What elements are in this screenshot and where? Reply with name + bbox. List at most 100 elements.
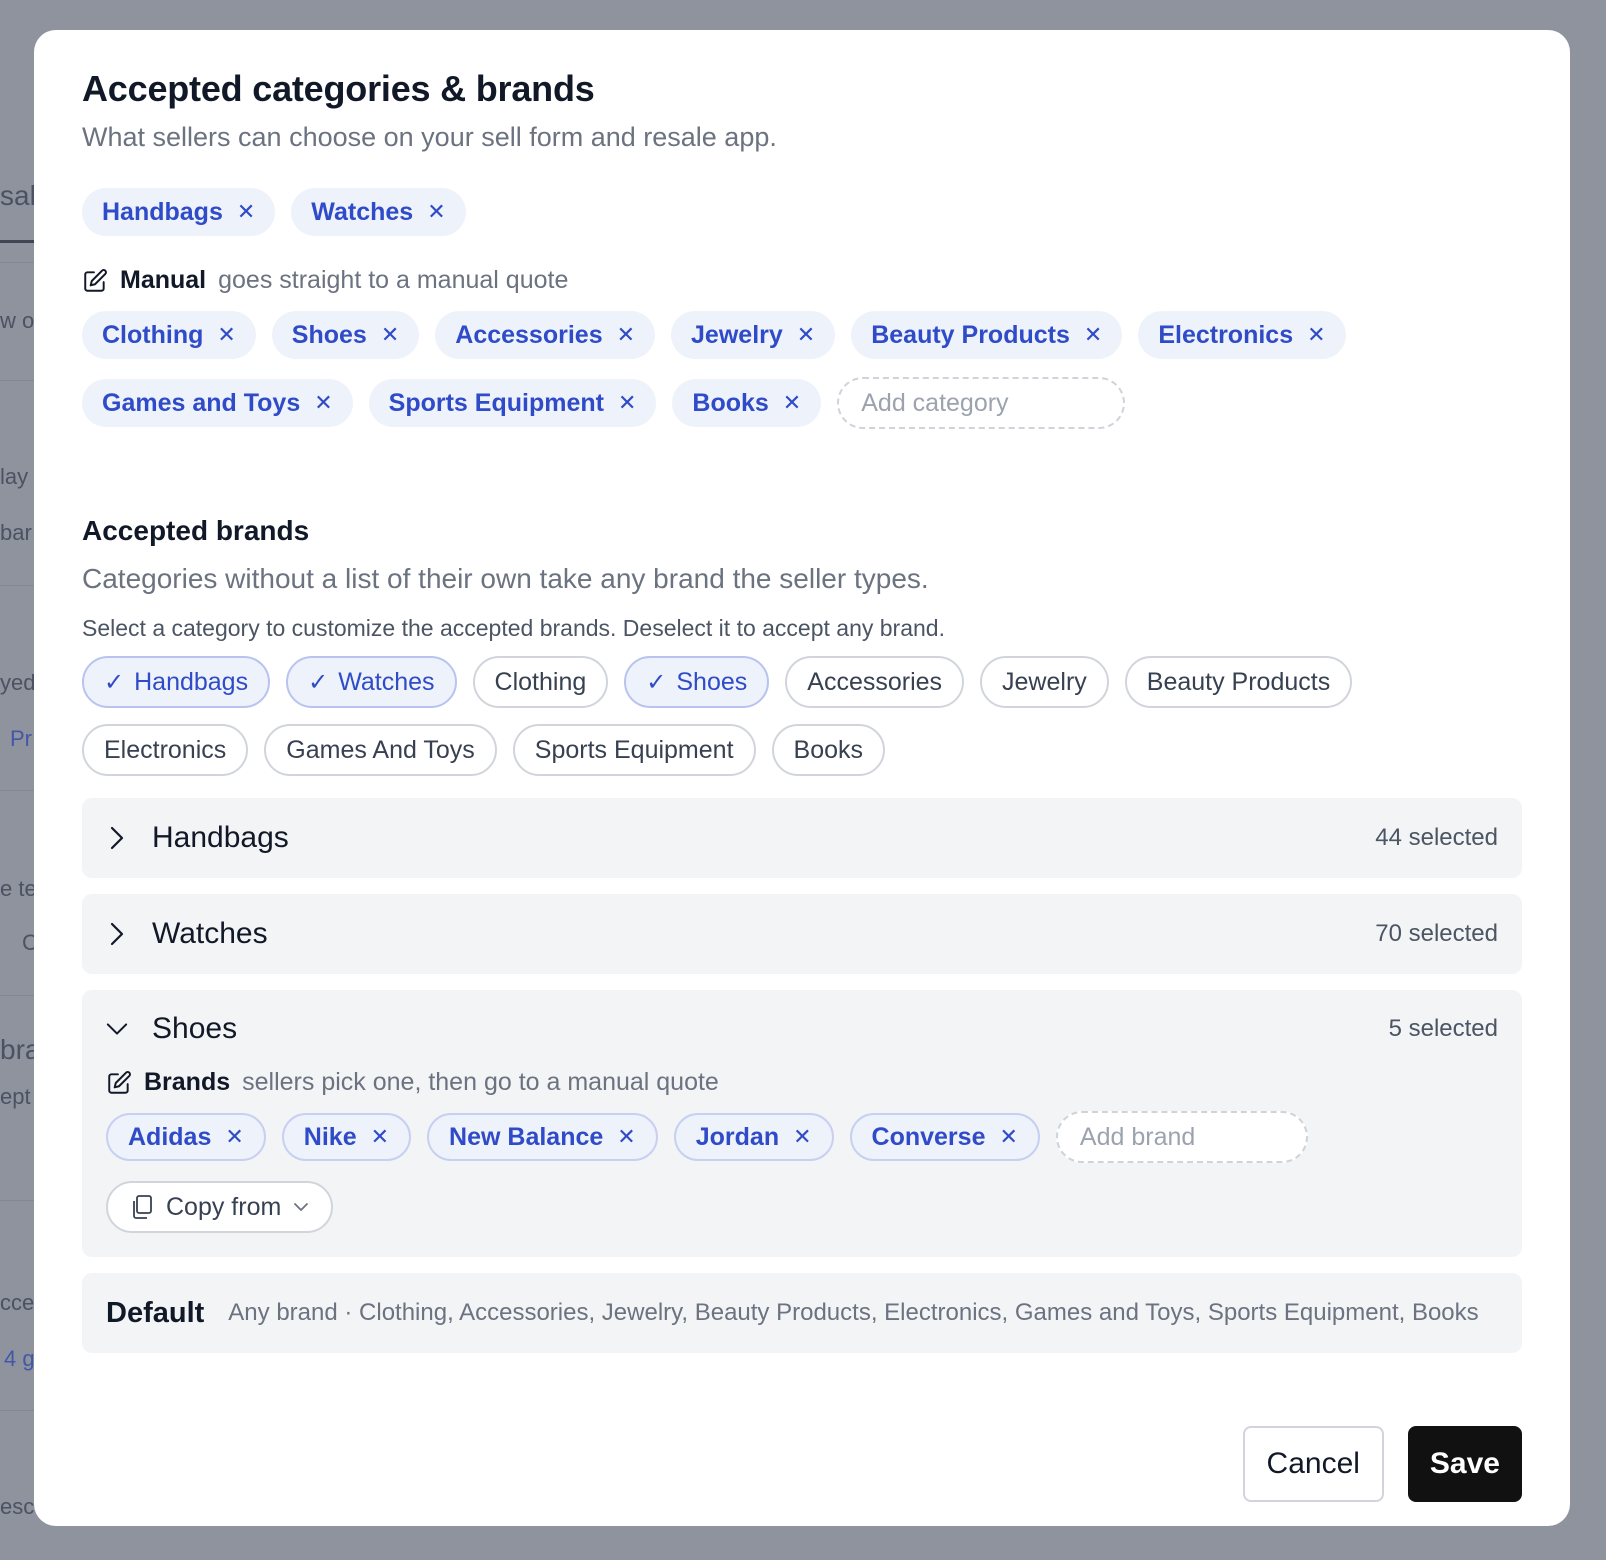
- cancel-button[interactable]: Cancel: [1242, 1426, 1384, 1502]
- toggle-clothing[interactable]: Clothing: [472, 656, 609, 708]
- bg-divider: [0, 995, 34, 996]
- chip-label: Beauty Products: [871, 320, 1070, 349]
- category-chip-shoes: Shoes ✕: [271, 311, 420, 359]
- categories-brands-dialog: Accepted categories & brands What seller…: [34, 30, 1570, 1526]
- bg-fragment: lay: [0, 464, 29, 489]
- remove-icon[interactable]: ✕: [314, 390, 332, 416]
- category-chip-watches: Watches ✕: [291, 188, 466, 236]
- bg-fragment: yed: [0, 670, 34, 695]
- copy-from-dropdown[interactable]: Copy from: [106, 1181, 334, 1233]
- check-icon: ✓: [104, 668, 125, 696]
- accordion-watches: Watches 70 selected: [82, 894, 1522, 974]
- chevron-down-icon: [294, 1203, 309, 1211]
- bg-fragment: ept: [0, 1084, 31, 1109]
- remove-icon[interactable]: ✕: [618, 390, 636, 416]
- chevron-down-icon: [106, 1022, 128, 1036]
- accordion-header[interactable]: Shoes 5 selected: [106, 990, 1498, 1068]
- remove-icon[interactable]: ✕: [793, 1124, 811, 1150]
- toggle-beauty-products[interactable]: Beauty Products: [1124, 656, 1353, 708]
- category-chip-books: Books ✕: [672, 379, 822, 427]
- remove-icon[interactable]: ✕: [797, 322, 815, 348]
- copy-icon: [133, 1195, 152, 1219]
- remove-icon[interactable]: ✕: [225, 1124, 243, 1150]
- chip-label: Games and Toys: [102, 388, 301, 417]
- toggle-label: Sports Equipment: [534, 735, 734, 764]
- chip-label: Converse: [871, 1122, 986, 1151]
- check-icon: ✓: [646, 668, 667, 696]
- brands-description: sellers pick one, then go to a manual qu…: [242, 1068, 719, 1096]
- category-chip-beauty-products: Beauty Products ✕: [851, 311, 1123, 359]
- toggle-label: Clothing: [494, 667, 587, 696]
- accepted-brands-subtitle: Categories without a list of their own t…: [82, 563, 929, 594]
- remove-icon[interactable]: ✕: [617, 322, 635, 348]
- selected-count: 70 selected: [1375, 920, 1498, 947]
- accordion-header[interactable]: Watches 70 selected: [106, 894, 1498, 974]
- bg-tab-underline: [0, 240, 34, 243]
- bg-divider: [0, 1200, 34, 1201]
- remove-icon[interactable]: ✕: [381, 322, 399, 348]
- remove-icon[interactable]: ✕: [371, 1124, 389, 1150]
- category-chip-electronics: Electronics ✕: [1138, 311, 1346, 359]
- remove-icon[interactable]: ✕: [427, 199, 445, 225]
- bg-fragment: e te: [0, 876, 34, 901]
- chip-label: Clothing: [102, 320, 204, 349]
- accordion-handbags: Handbags 44 selected: [82, 798, 1522, 878]
- chip-label: Sports Equipment: [388, 388, 604, 417]
- default-label: Default: [106, 1296, 205, 1329]
- chip-label: Accessories: [455, 320, 603, 349]
- remove-icon[interactable]: ✕: [783, 390, 801, 416]
- edit-icon: [84, 268, 107, 292]
- remove-icon[interactable]: ✕: [237, 199, 255, 225]
- toggle-shoes[interactable]: ✓ Shoes: [624, 656, 770, 708]
- toggle-electronics[interactable]: Electronics: [82, 724, 249, 776]
- remove-icon[interactable]: ✕: [1307, 322, 1325, 348]
- accordion-header[interactable]: Handbags 44 selected: [106, 798, 1498, 878]
- toggle-watches[interactable]: ✓ Watches: [286, 656, 457, 708]
- remove-icon[interactable]: ✕: [999, 1124, 1017, 1150]
- dialog-subtitle: What sellers can choose on your sell for…: [82, 122, 777, 152]
- toggle-sports-equipment[interactable]: Sports Equipment: [512, 724, 756, 776]
- brand-chips: Adidas ✕ Nike ✕ New Balance ✕ Jordan ✕ Conve…: [106, 1111, 1498, 1163]
- bg-fragment: cce: [0, 1290, 34, 1315]
- chip-label: Shoes: [291, 320, 367, 349]
- bg-fragment: 4 g: [4, 1346, 34, 1371]
- toggle-label: Watches: [338, 667, 435, 696]
- manual-description: goes straight to a manual quote: [218, 266, 569, 294]
- add-category-input[interactable]: Add category: [837, 377, 1126, 429]
- toggle-jewelry[interactable]: Jewelry: [980, 656, 1109, 708]
- chip-row: Games and Toys ✕ Sports Equipment ✕ Books ✕…: [82, 377, 1522, 429]
- toggle-handbags[interactable]: ✓ Handbags: [82, 656, 271, 708]
- toggle-accessories[interactable]: Accessories: [785, 656, 965, 708]
- toggle-games-and-toys[interactable]: Games And Toys: [264, 724, 497, 776]
- bg-fragment: Pr: [10, 726, 32, 751]
- remove-icon[interactable]: ✕: [1084, 322, 1102, 348]
- bg-fragment: w o: [0, 308, 34, 333]
- toggle-label: Electronics: [104, 735, 227, 764]
- brand-chip-converse: Converse ✕: [849, 1113, 1040, 1161]
- selected-count: 5 selected: [1388, 1015, 1498, 1042]
- chip-label: Jordan: [695, 1122, 780, 1151]
- brand-category-toggles: ✓ Handbags ✓ Watches Clothing ✓ Shoes Acces…: [82, 656, 1522, 776]
- toggle-label: Accessories: [807, 667, 943, 696]
- remove-icon[interactable]: ✕: [217, 322, 235, 348]
- add-brand-input[interactable]: Add brand: [1055, 1111, 1308, 1163]
- bg-divider: [0, 790, 34, 791]
- brand-chip-nike: Nike ✕: [281, 1113, 412, 1161]
- copy-from-label: Copy from: [166, 1192, 282, 1221]
- manual-category-chips: Clothing ✕ Shoes ✕ Accessories ✕ Jewelry ✕ B…: [82, 311, 1522, 429]
- manual-group-header: Manual goes straight to a manual quote: [82, 266, 1522, 295]
- accepted-category-chips: Handbags ✕ Watches ✕: [82, 188, 1522, 236]
- category-chip-games-and-toys: Games and Toys ✕: [82, 379, 353, 427]
- remove-icon[interactable]: ✕: [617, 1124, 635, 1150]
- toggle-label: Beauty Products: [1146, 667, 1331, 696]
- bg-divider: [0, 585, 34, 586]
- toggle-books[interactable]: Books: [771, 724, 885, 776]
- chip-label: Nike: [303, 1122, 357, 1151]
- brands-group-header: Brands sellers pick one, then go to a ma…: [106, 1068, 1498, 1097]
- accepted-brands-hint: Select a category to customize the accep…: [82, 615, 945, 641]
- save-button[interactable]: Save: [1407, 1426, 1522, 1502]
- default-description: Any brand · Clothing, Accessories, Jewel…: [228, 1299, 1479, 1326]
- toggle-label: Games And Toys: [286, 735, 475, 764]
- category-chip-handbags: Handbags ✕: [82, 188, 276, 236]
- accordion-title: Shoes: [152, 1012, 238, 1045]
